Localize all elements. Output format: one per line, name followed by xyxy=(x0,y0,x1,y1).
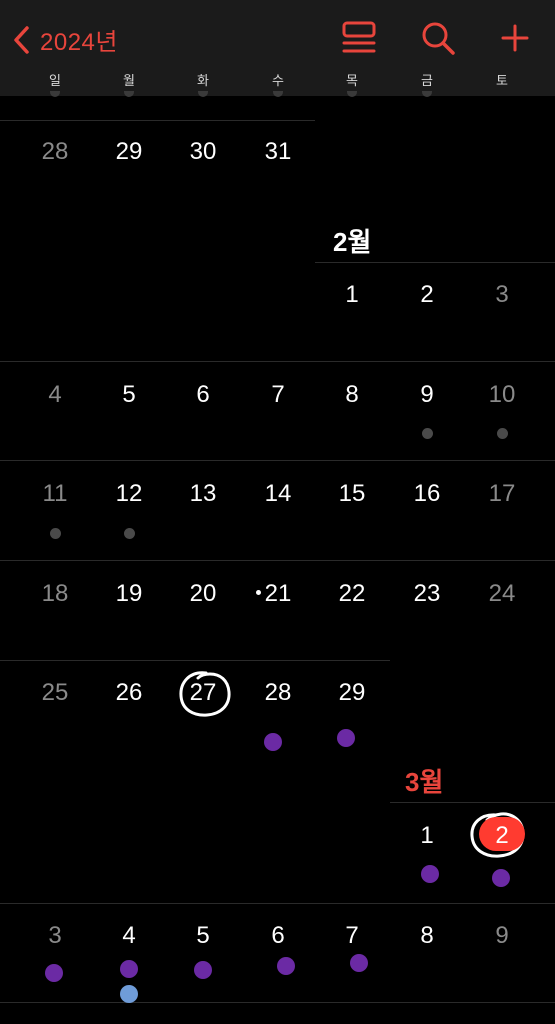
day-cell[interactable]: 26 xyxy=(99,679,159,707)
event-dot xyxy=(422,91,432,97)
month-label-february: 2월 xyxy=(333,227,372,257)
day-cell[interactable]: 9 xyxy=(472,922,532,950)
day-cell[interactable]: 29 xyxy=(99,138,159,166)
day-cell-selected[interactable]: 2 xyxy=(472,822,532,850)
weekday-wed: 수 xyxy=(272,73,284,88)
weekday-thu: 목 xyxy=(346,73,358,88)
event-dot xyxy=(124,528,135,539)
event-dot xyxy=(350,954,368,972)
weekday-mon: 월 xyxy=(123,73,135,88)
chevron-left-icon xyxy=(14,25,29,54)
day-cell[interactable]: 24 xyxy=(472,580,532,608)
day-cell[interactable]: 2 xyxy=(397,281,457,309)
event-dot xyxy=(422,428,433,439)
week-separator xyxy=(0,1002,555,1003)
day-cell[interactable]: 15 xyxy=(322,480,382,508)
event-dot xyxy=(497,428,508,439)
week-separator xyxy=(0,460,555,461)
day-cell[interactable]: 16 xyxy=(397,480,457,508)
event-dot xyxy=(492,869,510,887)
day-cell[interactable]: 6 xyxy=(248,922,308,950)
week-separator xyxy=(0,903,555,904)
day-cell[interactable]: 14 xyxy=(248,480,308,508)
week-separator xyxy=(0,660,390,661)
event-dot xyxy=(198,91,208,97)
add-event-icon[interactable] xyxy=(499,20,531,56)
day-cell[interactable]: 9 xyxy=(397,381,457,409)
back-label: 2024년 xyxy=(40,29,118,56)
day-cell[interactable]: 21 xyxy=(248,580,308,608)
event-dot xyxy=(337,729,355,747)
day-cell[interactable]: 11 xyxy=(25,480,85,508)
day-cell[interactable]: 7 xyxy=(248,381,308,409)
event-dot xyxy=(264,733,282,751)
day-cell-today[interactable]: 27 xyxy=(173,679,233,707)
search-icon[interactable] xyxy=(420,20,456,56)
day-cell[interactable]: 4 xyxy=(99,922,159,950)
event-dot xyxy=(194,961,212,979)
day-cell[interactable]: 1 xyxy=(322,281,382,309)
weekday-sat: 토 xyxy=(496,73,508,88)
event-dot xyxy=(45,964,63,982)
day-cell[interactable]: 28 xyxy=(25,138,85,166)
event-dot xyxy=(277,957,295,975)
day-cell[interactable]: 10 xyxy=(472,381,532,409)
day-cell[interactable]: 3 xyxy=(25,922,85,950)
month-separator xyxy=(390,802,555,803)
calendar-header: 2024년 일 월 화 수 목 금 토 xyxy=(0,0,555,96)
day-cell[interactable]: 23 xyxy=(397,580,457,608)
weekday-header: 일 월 화 수 목 금 토 xyxy=(0,70,555,90)
event-dot xyxy=(50,528,61,539)
event-dot xyxy=(124,91,134,97)
day-cell[interactable]: 5 xyxy=(173,922,233,950)
day-cell[interactable]: 30 xyxy=(173,138,233,166)
event-dot xyxy=(347,91,357,97)
month-separator xyxy=(315,262,555,263)
day-cell[interactable]: 1 xyxy=(397,822,457,850)
day-cell[interactable]: 17 xyxy=(472,480,532,508)
day-cell[interactable]: 3 xyxy=(472,281,532,309)
event-dot xyxy=(421,865,439,883)
event-dot xyxy=(273,91,283,97)
week-separator xyxy=(0,120,315,121)
event-dot xyxy=(120,960,138,978)
day-cell[interactable]: 22 xyxy=(322,580,382,608)
weekday-tue: 화 xyxy=(197,73,209,88)
day-cell[interactable]: 7 xyxy=(322,922,382,950)
back-to-year-button[interactable]: 2024년 xyxy=(10,22,118,57)
day-cell[interactable]: 25 xyxy=(25,679,85,707)
day-cell[interactable]: 19 xyxy=(99,580,159,608)
list-view-icon[interactable] xyxy=(340,20,378,56)
day-cell[interactable]: 8 xyxy=(397,922,457,950)
day-cell[interactable]: 28 xyxy=(248,679,308,707)
event-dot xyxy=(120,985,138,1003)
weekday-fri: 금 xyxy=(421,73,433,88)
week-separator xyxy=(0,361,555,362)
day-cell[interactable]: 8 xyxy=(322,381,382,409)
day-cell[interactable]: 4 xyxy=(25,381,85,409)
day-cell[interactable]: 6 xyxy=(173,381,233,409)
month-label-march: 3월 xyxy=(405,767,444,797)
day-cell[interactable]: 5 xyxy=(99,381,159,409)
day-cell[interactable]: 18 xyxy=(25,580,85,608)
day-cell[interactable]: 12 xyxy=(99,480,159,508)
day-cell[interactable]: 20 xyxy=(173,580,233,608)
event-dot xyxy=(50,91,60,97)
week-separator xyxy=(0,560,555,561)
day-cell[interactable]: 13 xyxy=(173,480,233,508)
weekday-sun: 일 xyxy=(49,73,61,88)
day-cell[interactable]: 31 xyxy=(248,138,308,166)
day-cell[interactable]: 29 xyxy=(322,679,382,707)
